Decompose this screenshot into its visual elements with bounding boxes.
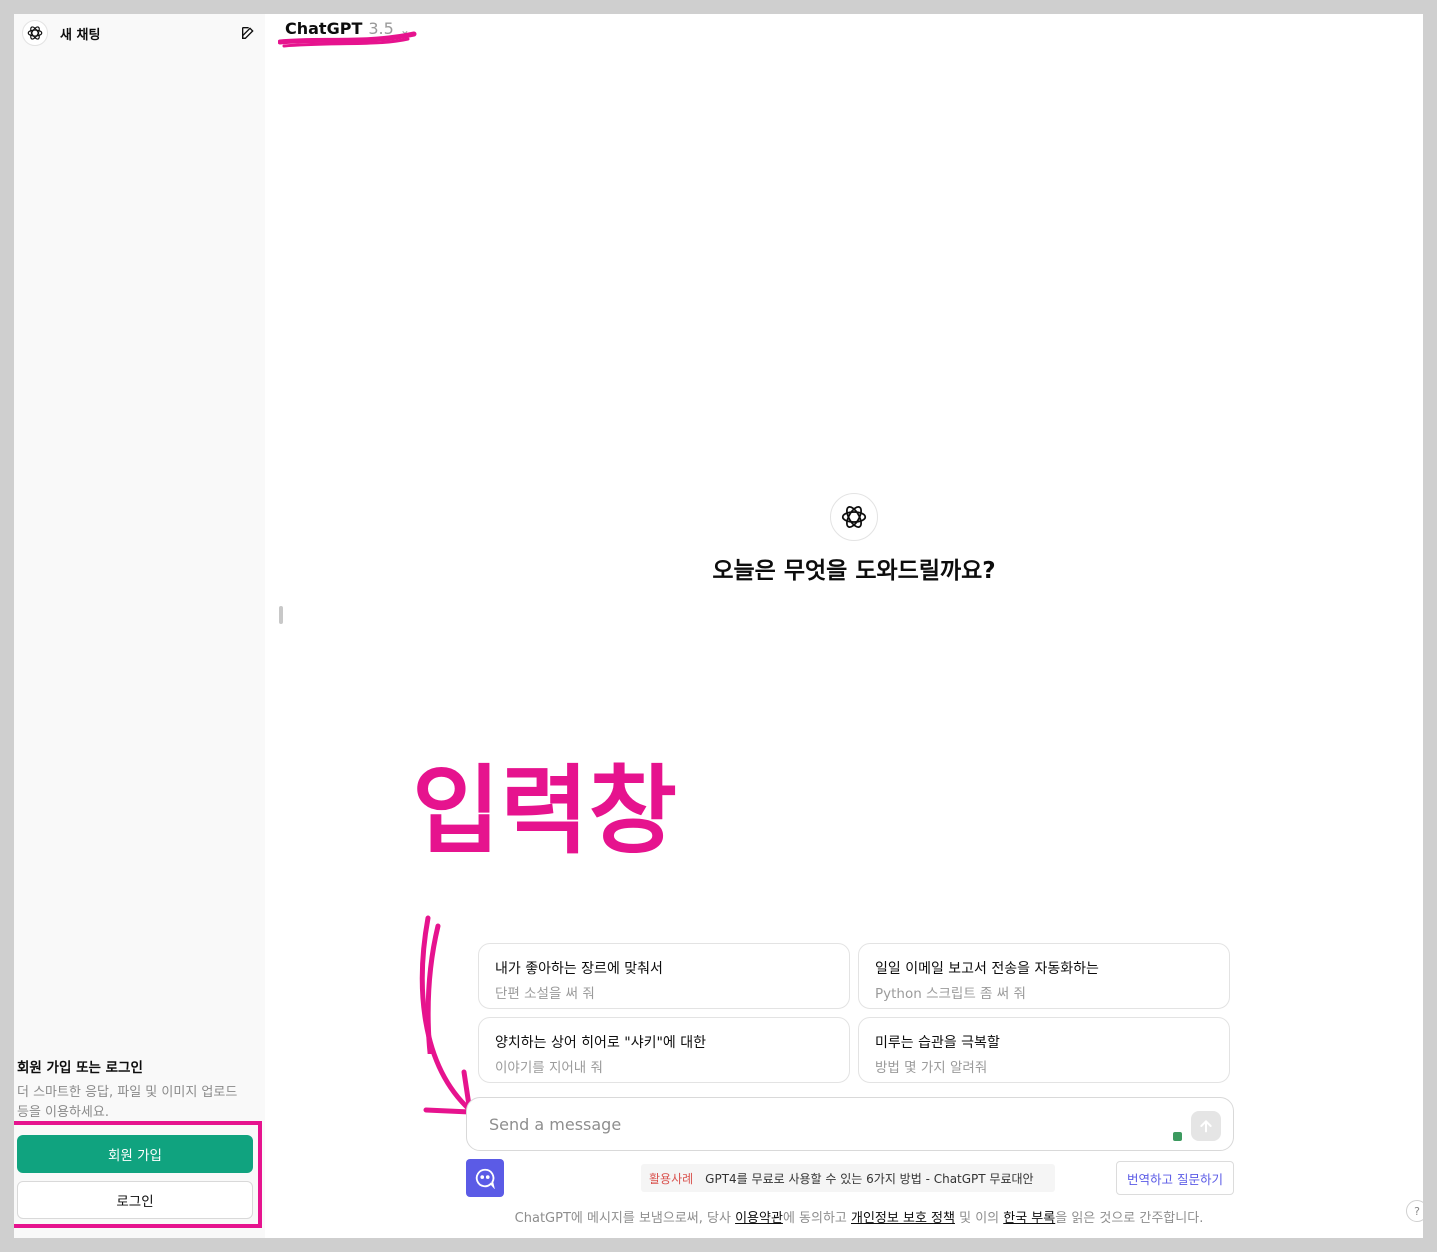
auth-title: 회원 가입 또는 로그인 <box>17 1060 143 1076</box>
terms-link[interactable]: 이용약관 <box>735 1211 783 1226</box>
suggestion-card[interactable]: 양치하는 상어 히어로 "샤키"에 대한 이야기를 지어내 줘 <box>478 1017 850 1083</box>
translate-ask-button[interactable]: 번역하고 질문하기 <box>1116 1161 1234 1195</box>
suggestion-subtitle: 이야기를 지어내 줘 <box>495 1060 603 1076</box>
compose-icon[interactable] <box>239 24 257 42</box>
auth-description: 더 스마트한 응답, 파일 및 이미지 업로드 등을 이용하세요. <box>17 1085 238 1120</box>
send-button[interactable] <box>1191 1111 1221 1141</box>
annotation-text: 입력창 <box>412 755 677 867</box>
suggestion-subtitle: Python 스크립트 좀 써 줘 <box>875 986 1026 1002</box>
app-window: 새 채팅 회원 가입 또는 로그인 더 스마트한 응답, 파일 및 이미지 업로… <box>14 14 1423 1238</box>
message-input[interactable] <box>489 1112 1149 1136</box>
openai-logo-icon <box>22 20 48 46</box>
suggestion-card[interactable]: 일일 이메일 보고서 전송을 자동화하는 Python 스크립트 좀 써 줘 <box>858 943 1230 1009</box>
suggestion-subtitle: 방법 몇 가지 알려줘 <box>875 1060 988 1076</box>
suggestion-subtitle: 단편 소설을 써 줘 <box>495 986 595 1002</box>
suggestion-title: 양치하는 상어 히어로 "샤키"에 대한 <box>495 1035 706 1051</box>
footer-text: 을 읽은 것으로 간주합니다. <box>1055 1211 1204 1226</box>
footer-text: ChatGPT에 메시지를 보냄으로써, 당사 <box>514 1211 736 1226</box>
annotation-underline <box>278 31 417 48</box>
suggestion-card[interactable]: 내가 좋아하는 장르에 맞춰서 단편 소설을 써 줘 <box>478 943 850 1009</box>
footer-text: 에 동의하고 <box>782 1211 852 1226</box>
suggestion-title: 일일 이메일 보고서 전송을 자동화하는 <box>875 961 1099 977</box>
suggestion-title: 내가 좋아하는 장르에 맞춰서 <box>495 961 663 977</box>
korea-addendum-link[interactable]: 한국 부록 <box>1003 1211 1055 1226</box>
openai-logo-icon <box>830 493 878 541</box>
auth-prompt: 회원 가입 또는 로그인 더 스마트한 응답, 파일 및 이미지 업로드 등을 … <box>17 1056 257 1123</box>
footer-disclaimer: ChatGPT에 메시지를 보냄으로써, 당사 이용약관에 동의하고 개인정보 … <box>394 1207 1324 1226</box>
new-chat-label: 새 채팅 <box>60 27 101 43</box>
extension-status-icon <box>1173 1132 1182 1141</box>
promo-text: GPT4를 무료로 사용할 수 있는 6가지 방법 - ChatGPT 무료대안 <box>705 1171 1034 1186</box>
suggestion-grid: 내가 좋아하는 장르에 맞춰서 단편 소설을 써 줘 일일 이메일 보고서 전송… <box>478 943 1230 1083</box>
message-composer <box>466 1097 1234 1151</box>
footer-text: 및 이의 <box>954 1211 1004 1226</box>
annotation-highlight-box <box>14 1121 262 1228</box>
welcome-heading: 오늘은 무엇을 도와드릴까요? <box>712 558 996 584</box>
privacy-policy-link[interactable]: 개인정보 보호 정책 <box>851 1211 955 1226</box>
promo-banner[interactable]: 활용사례 GPT4를 무료로 사용할 수 있는 6가지 방법 - ChatGPT… <box>641 1164 1055 1192</box>
sidebar-resize-handle[interactable] <box>279 606 283 624</box>
help-button[interactable]: ? <box>1406 1200 1423 1222</box>
promo-tag: 활용사례 <box>649 1171 694 1186</box>
suggestion-title: 미루는 습관을 극복할 <box>875 1035 1000 1051</box>
new-chat-button[interactable]: 새 채팅 <box>22 20 257 46</box>
sidebar: 새 채팅 회원 가입 또는 로그인 더 스마트한 응답, 파일 및 이미지 업로… <box>14 14 265 1238</box>
chat-bubble-icon <box>475 1168 495 1189</box>
arrow-up-icon <box>1200 1120 1212 1133</box>
suggestion-card[interactable]: 미루는 습관을 극복할 방법 몇 가지 알려줘 <box>858 1017 1230 1083</box>
extension-chat-button[interactable] <box>466 1159 504 1197</box>
